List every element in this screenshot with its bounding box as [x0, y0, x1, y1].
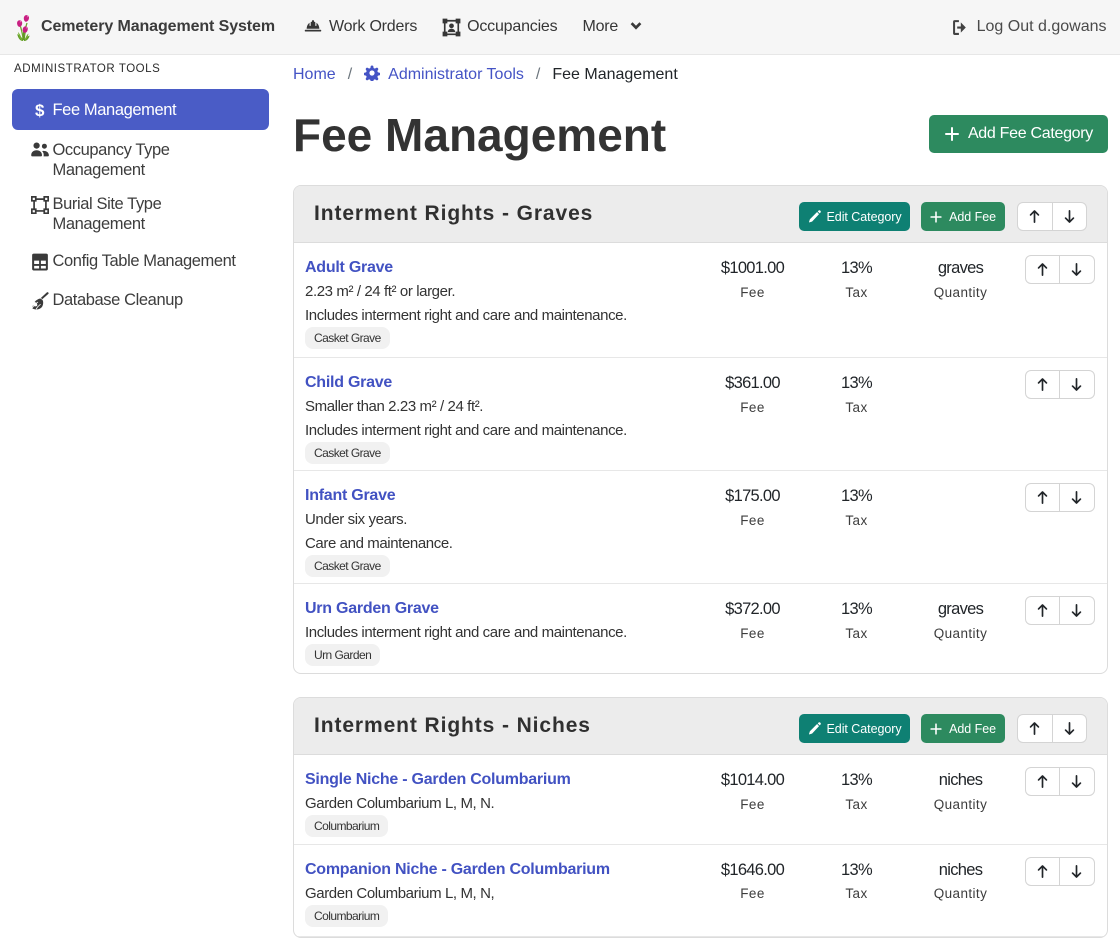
- svg-text:$: $: [35, 102, 45, 119]
